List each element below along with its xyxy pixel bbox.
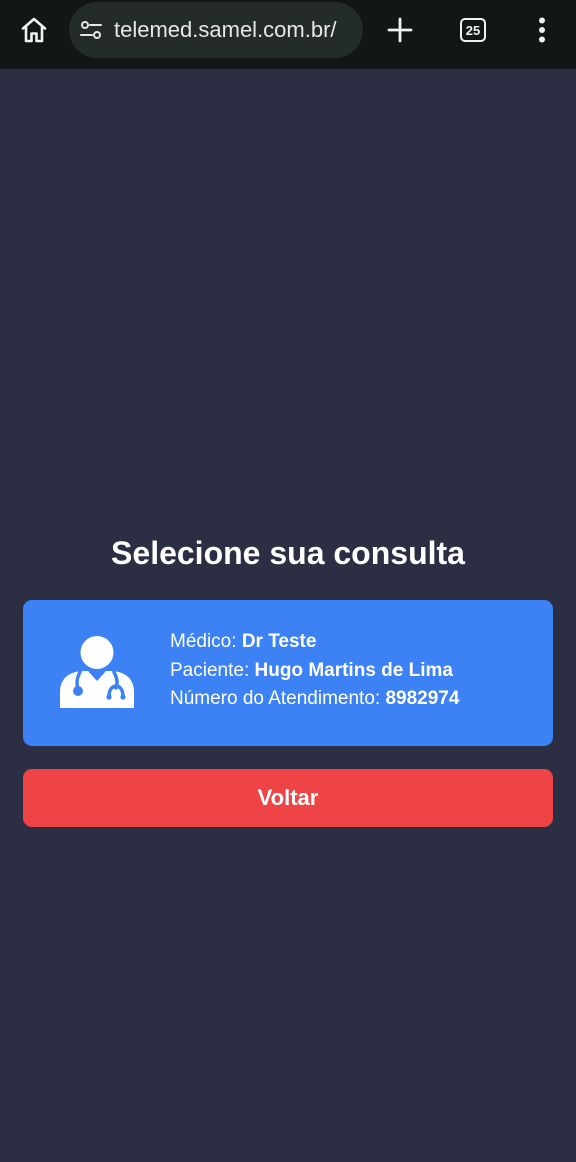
more-vert-icon <box>539 17 545 43</box>
patient-label: Paciente: <box>170 659 255 681</box>
browser-toolbar: telemed.samel.com.br/ 25 <box>0 0 576 69</box>
attendance-number: 8982974 <box>385 688 460 709</box>
tab-switcher-button[interactable]: 25 <box>455 12 491 48</box>
patient-row: Paciente: Hugo Martins de Lima <box>170 657 459 686</box>
home-button[interactable] <box>16 12 52 48</box>
url-text[interactable]: telemed.samel.com.br/ <box>114 17 360 43</box>
consultation-details: Médico: Dr Teste Paciente: Hugo Martins … <box>170 628 459 714</box>
back-button[interactable]: Voltar <box>23 769 553 827</box>
attendance-number-label: Número do Atendimento: <box>170 688 386 709</box>
page-title: Selecione sua consulta <box>111 535 465 571</box>
patient-name: Hugo Martins de Lima <box>254 659 453 681</box>
doctor-name: Dr Teste <box>241 631 317 652</box>
doctor-label: Médico: <box>170 631 242 652</box>
doctor-row: Médico: Dr Teste <box>170 628 459 657</box>
attendance-number-row: Número do Atendimento: 8982974 <box>170 685 459 714</box>
address-bar[interactable]: telemed.samel.com.br/ <box>69 2 363 58</box>
tab-count: 25 <box>460 18 486 42</box>
overflow-menu-button[interactable] <box>524 12 560 48</box>
new-tab-button[interactable] <box>382 12 418 48</box>
tune-icon[interactable] <box>79 18 103 42</box>
home-icon <box>21 17 47 43</box>
doctor-icon <box>60 636 134 708</box>
consultation-card[interactable]: Médico: Dr Teste Paciente: Hugo Martins … <box>23 600 553 746</box>
plus-icon <box>387 17 413 43</box>
